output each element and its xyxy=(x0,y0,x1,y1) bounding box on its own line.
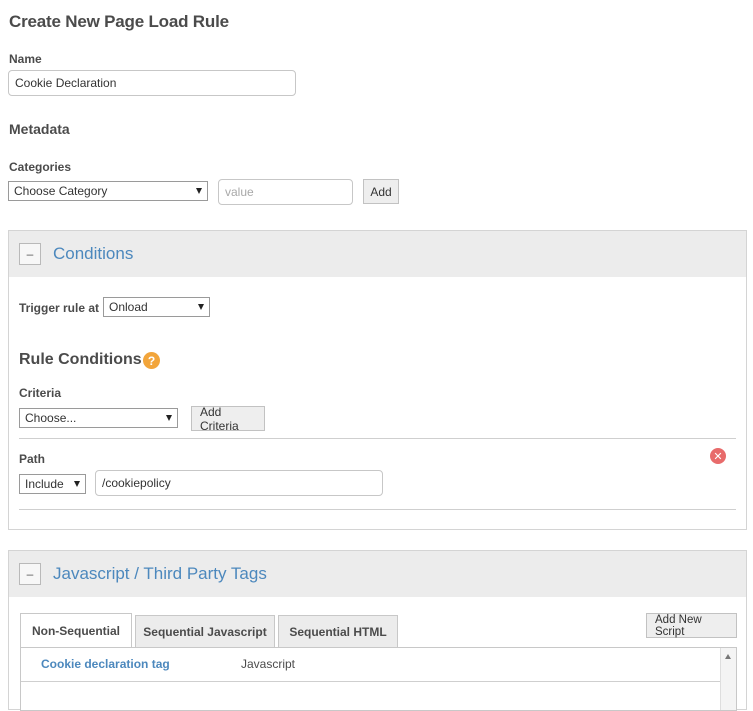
conditions-panel-header: – Conditions xyxy=(9,231,746,277)
path-mode-value: Include xyxy=(25,477,64,491)
chevron-down-icon xyxy=(74,481,80,487)
add-criteria-button[interactable]: Add Criteria xyxy=(191,405,265,433)
add-category-button[interactable]: Add xyxy=(363,179,399,204)
script-row-divider xyxy=(21,681,720,682)
path-divider xyxy=(19,509,736,510)
categories-label: Categories xyxy=(9,160,72,174)
chevron-down-icon xyxy=(166,415,172,421)
trigger-rule-label: Trigger rule at xyxy=(19,301,100,315)
criteria-label: Criteria xyxy=(19,386,62,400)
criteria-select[interactable]: Choose... xyxy=(19,408,178,428)
name-input[interactable] xyxy=(8,70,296,96)
metadata-heading: Metadata xyxy=(9,121,70,137)
scripts-list: Cookie declaration tag Javascript xyxy=(20,647,737,711)
script-name-link[interactable]: Cookie declaration tag xyxy=(41,657,170,671)
tab-non-sequential[interactable]: Non-Sequential xyxy=(20,613,132,648)
category-select-value: Choose Category xyxy=(14,184,108,198)
add-new-script-button[interactable]: Add New Script xyxy=(646,613,737,638)
tags-panel: – Javascript / Third Party Tags Non-Sequ… xyxy=(8,550,747,711)
conditions-collapse-button[interactable]: – xyxy=(19,243,41,265)
scripts-scrollbar[interactable] xyxy=(720,648,736,710)
conditions-title[interactable]: Conditions xyxy=(53,244,133,264)
tab-sequential-javascript[interactable]: Sequential Javascript xyxy=(135,615,275,648)
path-value-input[interactable] xyxy=(95,470,383,496)
scroll-up-icon[interactable] xyxy=(725,654,731,659)
name-label: Name xyxy=(9,52,42,66)
rule-conditions-heading: Rule Conditions xyxy=(19,351,142,368)
page-title: Create New Page Load Rule xyxy=(9,12,229,31)
script-type: Javascript xyxy=(241,657,296,671)
remove-condition-icon[interactable]: ✕ xyxy=(710,448,726,464)
tags-collapse-button[interactable]: – xyxy=(19,563,41,585)
tags-panel-header: – Javascript / Third Party Tags xyxy=(9,551,746,597)
criteria-divider xyxy=(19,438,736,439)
category-select[interactable]: Choose Category xyxy=(8,181,208,201)
tags-title[interactable]: Javascript / Third Party Tags xyxy=(53,564,267,584)
conditions-panel: – Conditions Trigger rule at Onload Rule… xyxy=(8,230,747,530)
chevron-down-icon xyxy=(196,188,202,194)
trigger-rule-value: Onload xyxy=(109,300,148,314)
path-label: Path xyxy=(19,452,46,466)
criteria-select-value: Choose... xyxy=(25,411,77,425)
help-icon[interactable]: ? xyxy=(143,352,160,369)
path-mode-select[interactable]: Include xyxy=(19,474,86,494)
trigger-rule-select[interactable]: Onload xyxy=(103,297,210,317)
chevron-down-icon xyxy=(198,304,204,310)
tab-sequential-html[interactable]: Sequential HTML xyxy=(278,615,398,648)
category-value-input[interactable] xyxy=(218,179,353,205)
